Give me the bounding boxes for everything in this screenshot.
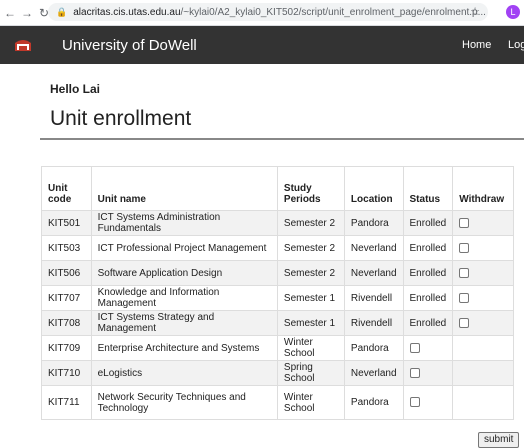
status: Enrolled [402,210,454,236]
withdraw-checkbox[interactable] [459,267,470,278]
col-location: Location [343,166,404,211]
col-unit-name: Unit name [90,166,278,211]
url-path: /~kylai0/A2_kylai0_KIT502/script/unit_en… [180,6,486,18]
lock-icon: 🔒 [56,6,68,17]
table-row: KIT710 eLogistics Spring School Neverlan… [41,360,514,386]
study-period: Semester 1 [276,310,345,336]
unit-code: KIT503 [41,235,92,261]
status: Enrolled [402,235,454,261]
withdraw-cell [452,310,514,336]
study-period: Semester 2 [276,260,345,286]
study-period: Semester 1 [276,285,345,311]
study-period: Winter School [276,335,345,361]
submit-button[interactable]: submit [478,432,520,448]
site-brand[interactable]: University of DoWell [62,37,197,54]
withdraw-cell [452,260,514,286]
unit-name: ICT Professional Project Management [90,235,278,261]
unit-name: Knowledge and Information Management [90,285,278,311]
unit-code: KIT506 [41,260,92,286]
study-period: Semester 2 [276,210,345,236]
col-withdraw: Withdraw [452,166,514,211]
table-row: KIT708 ICT Systems Strategy and Manageme… [41,310,514,336]
location: Neverland [343,360,404,386]
col-study-periods: Study Periods [276,166,345,211]
study-period: Winter School [276,385,345,420]
withdraw-cell [452,210,514,236]
enrol-checkbox[interactable] [409,367,420,378]
location: Pandora [343,385,404,420]
browser-toolbar: ← → ↻ 🔒 alacritas.cis.utas.edu.au/~kylai… [0,0,524,26]
unit-name: ICT Systems Strategy and Management [90,310,278,336]
bookmark-star-icon[interactable]: ☆ [470,5,480,18]
site-header: University of DoWell Home Log [0,26,524,64]
unit-name: Enterprise Architecture and Systems [90,335,278,361]
unit-code: KIT710 [41,360,92,386]
col-unit-code: Unit code [41,166,92,211]
table-header-row: Unit code Unit name Study Periods Locati… [41,166,514,211]
withdraw-cell [452,360,514,386]
table-row: KIT506 Software Application Design Semes… [41,260,514,286]
location: Rivendell [343,310,404,336]
back-arrow-icon[interactable]: ← [3,6,17,20]
location: Pandora [343,210,404,236]
withdraw-cell [452,285,514,311]
status: Enrolled [402,260,454,286]
nav-login-link[interactable]: Log [508,39,524,51]
table-row: KIT501 ICT Systems Administration Fundam… [41,210,514,236]
status-cell [402,385,454,420]
unit-code: KIT708 [41,310,92,336]
address-bar[interactable]: 🔒 alacritas.cis.utas.edu.au/~kylai0/A2_k… [48,3,488,21]
table-row: KIT711 Network Security Techniques and T… [41,385,514,420]
status-cell [402,335,454,361]
location: Neverland [343,260,404,286]
table-row: KIT503 ICT Professional Project Manageme… [41,235,514,261]
greeting: Hello Lai [50,82,101,96]
location: Neverland [343,235,404,261]
col-status: Status [402,166,454,211]
enrol-checkbox[interactable] [409,342,420,353]
profile-avatar[interactable]: L [506,5,520,19]
page-title: Unit enrollment [50,107,192,130]
withdraw-checkbox[interactable] [459,292,470,303]
withdraw-cell [452,335,514,361]
table-row: KIT707 Knowledge and Information Managem… [41,285,514,311]
withdraw-checkbox[interactable] [459,217,470,228]
unit-name: Network Security Techniques and Technolo… [90,385,278,420]
study-period: Semester 2 [276,235,345,261]
enrolment-table: Unit code Unit name Study Periods Locati… [41,166,514,420]
withdraw-cell [452,385,514,420]
withdraw-checkbox[interactable] [459,317,470,328]
unit-code: KIT711 [41,385,92,420]
location: Rivendell [343,285,404,311]
unit-code: KIT709 [41,335,92,361]
unit-name: ICT Systems Administration Fundamentals [90,210,278,236]
unit-name: Software Application Design [90,260,278,286]
unit-code: KIT707 [41,285,92,311]
status-cell [402,360,454,386]
nav-home-link[interactable]: Home [462,39,491,51]
location: Pandora [343,335,404,361]
status: Enrolled [402,310,454,336]
study-period: Spring School [276,360,345,386]
withdraw-checkbox[interactable] [459,242,470,253]
url-host: alacritas.cis.utas.edu.au [73,6,181,18]
withdraw-cell [452,235,514,261]
university-logo-icon [15,40,31,51]
unit-code: KIT501 [41,210,92,236]
status: Enrolled [402,285,454,311]
unit-name: eLogistics [90,360,278,386]
title-divider [40,138,524,140]
forward-arrow-icon[interactable]: → [20,6,34,20]
table-row: KIT709 Enterprise Architecture and Syste… [41,335,514,361]
enrol-checkbox[interactable] [409,397,420,408]
